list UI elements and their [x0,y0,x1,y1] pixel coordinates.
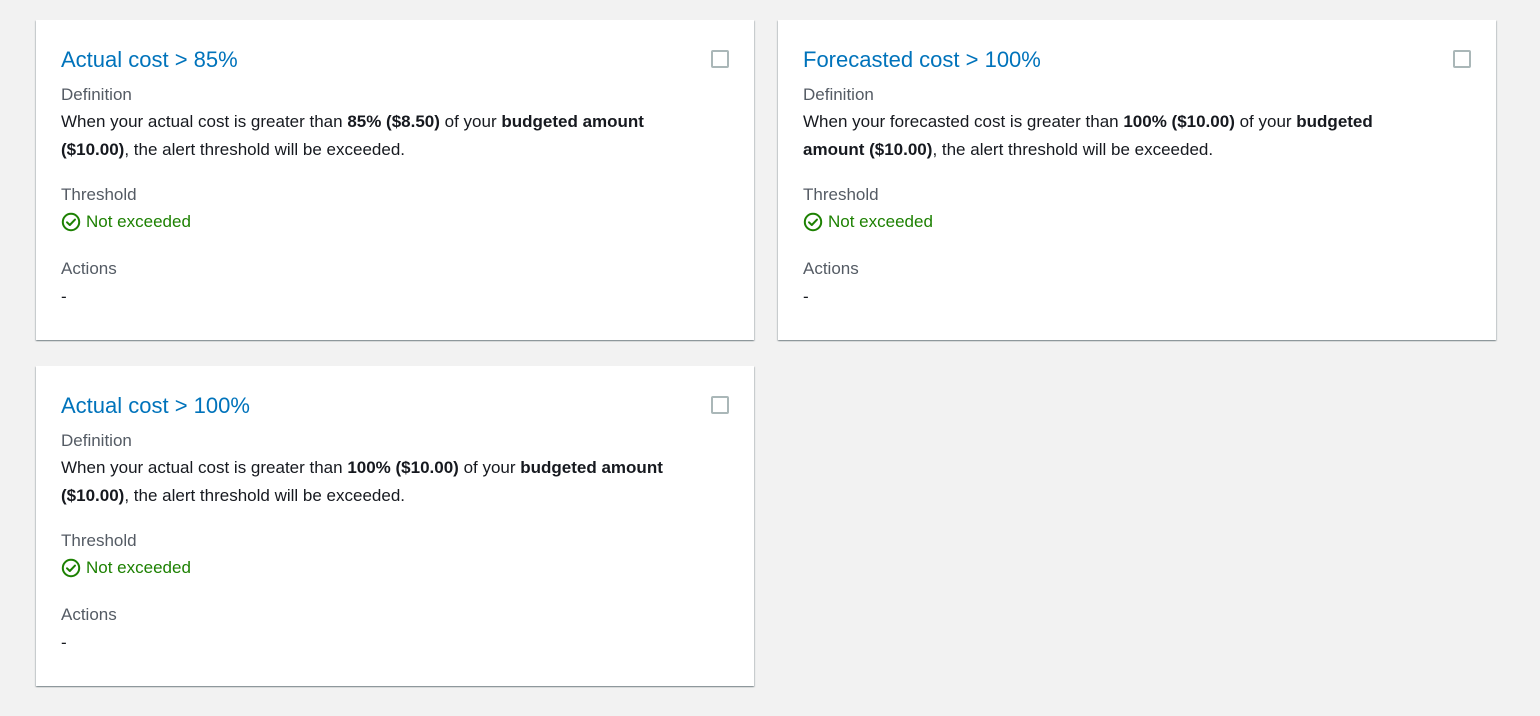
definition-threshold: 85% ($8.50) [347,112,440,131]
alert-select-checkbox[interactable] [711,50,729,68]
definition-middle: of your [439,112,502,131]
budget-part-1: budgeted amount [501,112,644,131]
alert-select-checkbox[interactable] [1453,50,1471,68]
actions-value: - [61,633,67,652]
check-circle-icon [61,558,81,578]
threshold-status: Not exceeded [61,211,729,233]
card-header: Actual cost > 100% [61,392,729,422]
definition-prefix: When your forecasted cost is greater tha… [803,112,1124,131]
threshold-label: Threshold [61,185,137,204]
alert-title-link[interactable]: Forecasted cost > 100% [803,46,1041,74]
definition-label: Definition [803,85,874,104]
check-circle-icon [61,212,81,232]
actions-label: Actions [803,259,859,278]
budget-part-1: budgeted amount [520,458,663,477]
definition-text: When your actual cost is greater than 85… [61,108,711,164]
status-text: Not exceeded [86,212,191,231]
definition-suffix: , the alert threshold will be exceeded. [124,486,405,505]
actions-label: Actions [61,259,117,278]
budget-part-1: budgeted [1296,112,1373,131]
actions-value: - [61,287,67,306]
definition-text: When your forecasted cost is greater tha… [803,108,1453,164]
status-text: Not exceeded [828,212,933,231]
threshold-label: Threshold [61,531,137,550]
check-circle-icon [803,212,823,232]
definition-prefix: When your actual cost is greater than [61,112,348,131]
alert-title-link[interactable]: Actual cost > 85% [61,46,238,74]
definition-middle: of your [458,458,521,477]
budget-part-2: ($10.00) [61,486,125,505]
alert-card: Forecasted cost > 100% Definition When y… [778,20,1496,340]
definition-threshold: 100% ($10.00) [1123,112,1235,131]
budget-part-2: amount ($10.00) [803,140,933,159]
threshold-status: Not exceeded [803,211,1471,233]
alert-cards-container: Actual cost > 85% Definition When your a… [0,0,1540,716]
definition-threshold: 100% ($10.00) [347,458,459,477]
alert-select-checkbox[interactable] [711,396,729,414]
card-header: Forecasted cost > 100% [803,46,1471,76]
threshold-status: Not exceeded [61,557,729,579]
status-text: Not exceeded [86,558,191,577]
card-header: Actual cost > 85% [61,46,729,76]
definition-prefix: When your actual cost is greater than [61,458,348,477]
threshold-label: Threshold [803,185,879,204]
definition-text: When your actual cost is greater than 10… [61,454,711,510]
budget-part-2: ($10.00) [61,140,125,159]
definition-suffix: , the alert threshold will be exceeded. [932,140,1214,159]
alert-card: Actual cost > 85% Definition When your a… [36,20,754,340]
actions-label: Actions [61,605,117,624]
definition-label: Definition [61,431,132,450]
alert-card: Actual cost > 100% Definition When your … [36,366,754,686]
definition-suffix: , the alert threshold will be exceeded. [124,140,405,159]
actions-value: - [803,287,809,306]
definition-middle: of your [1234,112,1297,131]
definition-label: Definition [61,85,132,104]
alert-title-link[interactable]: Actual cost > 100% [61,392,250,420]
